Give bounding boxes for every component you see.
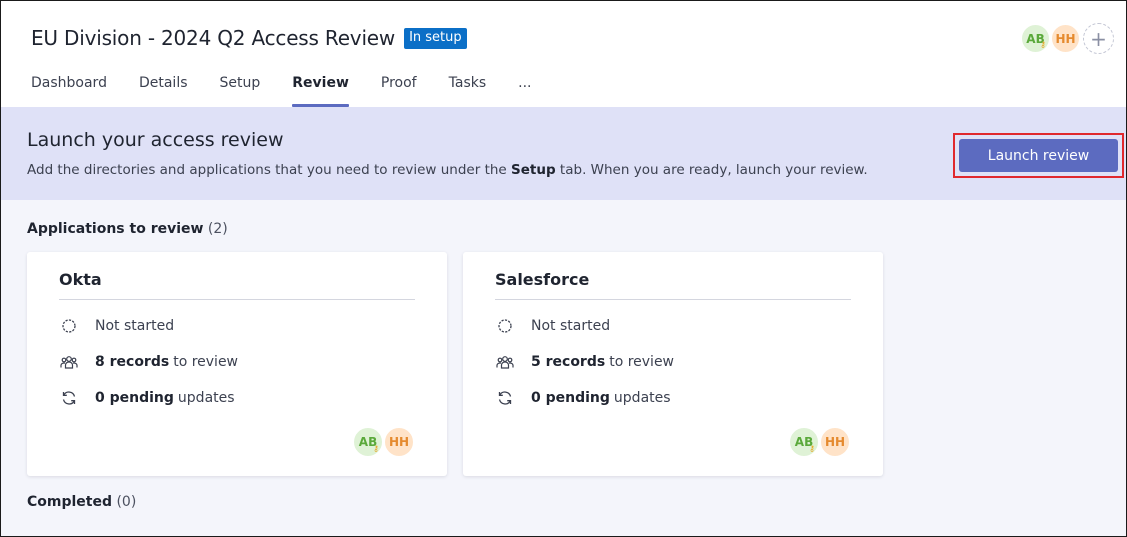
pending-row: 0 pending updates <box>495 390 671 406</box>
avatar-initials: HH <box>824 435 846 449</box>
key-icon: ⚷ <box>809 444 815 453</box>
tab-bar: Dashboard Details Setup Review Proof Tas… <box>31 75 564 107</box>
records-text: to review <box>173 354 239 370</box>
pending-count: 0 pending <box>531 390 610 406</box>
page-header: EU Division - 2024 Q2 Access Review In s… <box>1 1 1126 107</box>
banner-text: Add the directories and applications tha… <box>27 162 868 178</box>
reviewer-avatars: AB ⚷ HH <box>352 426 415 458</box>
banner-text-setup: Setup <box>511 162 556 178</box>
completed-count: (0) <box>116 494 137 510</box>
records-count: 5 records <box>531 354 606 370</box>
records-count: 8 records <box>95 354 170 370</box>
page-title: EU Division - 2024 Q2 Access Review <box>31 26 396 50</box>
status-row: Not started <box>495 318 610 334</box>
plus-icon: + <box>1090 26 1107 51</box>
tab-dashboard[interactable]: Dashboard <box>31 75 107 107</box>
pending-text: updates <box>177 390 235 406</box>
records-row: 8 records to review <box>59 354 238 370</box>
avatar[interactable]: AB ⚷ <box>352 426 384 458</box>
avatar[interactable]: AB ⚷ <box>788 426 820 458</box>
add-owner-button[interactable]: + <box>1083 23 1114 54</box>
tab-tasks[interactable]: Tasks <box>449 75 487 107</box>
launch-button-highlight: Launch review <box>953 133 1124 178</box>
card-title: Salesforce <box>495 270 590 289</box>
card-divider <box>59 299 415 300</box>
avatar[interactable]: HH <box>1050 23 1081 54</box>
pending-text: updates <box>613 390 671 406</box>
applications-heading: Applications to review (2) <box>27 221 228 237</box>
users-icon <box>59 355 79 369</box>
applications-count: (2) <box>207 221 228 237</box>
banner-text-end: tab. When you are ready, launch your rev… <box>555 162 868 178</box>
avatar-initials: HH <box>1055 31 1076 46</box>
key-icon: ⚷ <box>373 444 379 453</box>
status-circle-icon <box>495 319 515 333</box>
records-row: 5 records to review <box>495 354 674 370</box>
application-card-okta[interactable]: Okta Not started 8 records to review 0 p… <box>27 252 447 476</box>
status-text: Not started <box>95 318 175 334</box>
avatar[interactable]: HH <box>819 426 851 458</box>
sync-icon <box>495 390 515 406</box>
sync-icon <box>59 390 79 406</box>
owner-avatars: AB ⚷ HH + <box>1020 23 1114 54</box>
pending-row: 0 pending updates <box>59 390 235 406</box>
tab-proof[interactable]: Proof <box>381 75 417 107</box>
avatar[interactable]: HH <box>383 426 415 458</box>
key-icon: ⚷ <box>1040 40 1046 49</box>
avatar-initials: HH <box>388 435 410 449</box>
applications-label: Applications to review <box>27 221 204 237</box>
tab-details[interactable]: Details <box>139 75 188 107</box>
avatar[interactable]: AB ⚷ <box>1020 23 1051 54</box>
status-circle-icon <box>59 319 79 333</box>
tab-setup[interactable]: Setup <box>220 75 261 107</box>
records-text: to review <box>609 354 675 370</box>
tab-more[interactable]: ... <box>518 75 531 107</box>
reviewer-avatars: AB ⚷ HH <box>788 426 851 458</box>
application-card-salesforce[interactable]: Salesforce Not started 5 records to revi… <box>463 252 883 476</box>
banner-title: Launch your access review <box>27 129 284 151</box>
pending-count: 0 pending <box>95 390 174 406</box>
tab-review[interactable]: Review <box>292 75 349 107</box>
title-row: EU Division - 2024 Q2 Access Review In s… <box>31 26 467 50</box>
launch-banner: Launch your access review Add the direct… <box>1 107 1126 200</box>
launch-review-button[interactable]: Launch review <box>959 139 1118 172</box>
status-row: Not started <box>59 318 174 334</box>
app-window: EU Division - 2024 Q2 Access Review In s… <box>0 0 1127 537</box>
status-text: Not started <box>531 318 611 334</box>
card-title: Okta <box>59 270 102 289</box>
completed-heading: Completed (0) <box>27 494 136 510</box>
completed-label: Completed <box>27 494 113 510</box>
banner-text-start: Add the directories and applications tha… <box>27 162 512 178</box>
users-icon <box>495 355 515 369</box>
card-divider <box>495 299 851 300</box>
status-badge: In setup <box>404 27 467 49</box>
